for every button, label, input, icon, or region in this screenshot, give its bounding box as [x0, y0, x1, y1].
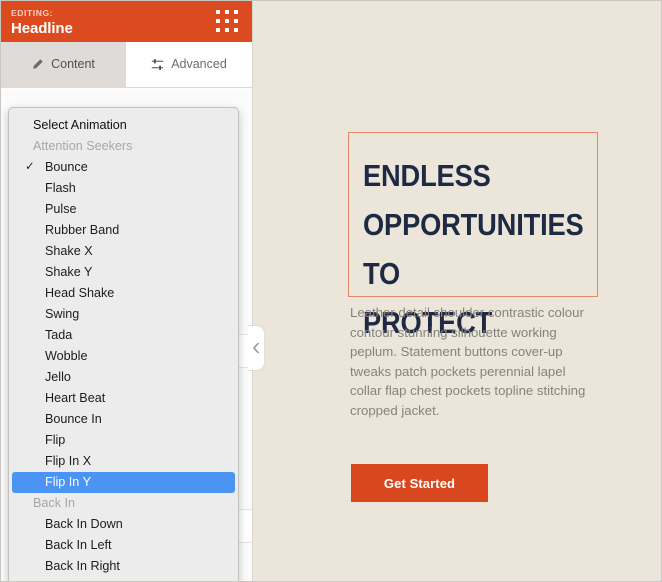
dropdown-option[interactable]: Jello	[9, 367, 238, 388]
dropdown-option-label: Shake Y	[45, 265, 93, 279]
dropdown-option[interactable]: Swing	[9, 304, 238, 325]
editing-title: Headline	[11, 20, 73, 37]
dropdown-option-label: Back In Right	[45, 559, 120, 573]
dropdown-option[interactable]: Back In Right	[9, 556, 238, 577]
dropdown-option[interactable]: Shake Y	[9, 262, 238, 283]
dropdown-option[interactable]: ✓ Bounce	[9, 157, 238, 178]
dropdown-option[interactable]: Wobble	[9, 346, 238, 367]
animation-dropdown-list[interactable]: Select Animation Attention Seekers ✓ Bounce…	[8, 107, 239, 582]
get-started-button[interactable]: Get Started	[351, 464, 488, 502]
dropdown-option-label: Wobble	[45, 349, 88, 363]
tab-content[interactable]: Content	[0, 42, 126, 87]
headline-widget[interactable]: ENDLESS OPPORTUNITIES TO PROTECT	[348, 132, 598, 340]
dropdown-option-label: Flash	[45, 181, 76, 195]
editor-header: EDITING: Headline	[0, 0, 252, 42]
dropdown-title: Select Animation	[9, 114, 238, 136]
dropdown-option[interactable]: Flip In Y	[12, 472, 235, 493]
panel-collapse-handle[interactable]	[248, 325, 265, 371]
dropdown-option-label: Pulse	[45, 202, 77, 216]
page-preview-canvas: ENDLESS OPPORTUNITIES TO PROTECT Leather…	[253, 0, 662, 582]
tab-content-label: Content	[51, 57, 95, 71]
dropdown-option[interactable]: Rubber Band	[9, 220, 238, 241]
check-icon: ✓	[25, 161, 35, 173]
dropdown-option[interactable]: Back In Left	[9, 535, 238, 556]
dropdown-option-label: Head Shake	[45, 286, 115, 300]
body-paragraph: Leather detail shoulder contrastic colou…	[350, 305, 586, 418]
dropdown-option[interactable]: Flip In X	[9, 451, 238, 472]
dropdown-option-label: Shake X	[45, 244, 93, 258]
dropdown-option-label: Flip	[45, 433, 66, 447]
dropdown-option-label: Back In	[33, 496, 75, 510]
dropdown-option-label: Select Animation	[33, 118, 127, 132]
dropdown-option[interactable]: Flip	[9, 430, 238, 451]
dropdown-option[interactable]: Pulse	[9, 199, 238, 220]
dropdown-option-label: Heart Beat	[45, 391, 106, 405]
chevron-left-icon	[252, 342, 260, 354]
dropdown-option-label: Rubber Band	[45, 223, 120, 237]
dropdown-option-label: Flip In Y	[45, 475, 91, 489]
dropdown-option[interactable]: Back In Down	[9, 514, 238, 535]
dropdown-option-label: Jello	[45, 370, 71, 384]
dropdown-group-label: Attention Seekers	[9, 136, 238, 157]
editing-label: EDITING:	[11, 8, 54, 18]
dropdown-option-label: Attention Seekers	[33, 139, 133, 153]
tab-advanced-label: Advanced	[171, 57, 227, 71]
dropdown-group-label: Back In	[9, 493, 238, 514]
dropdown-option-label: Back In Down	[45, 517, 123, 531]
dropdown-option-label: Bounce	[45, 160, 88, 174]
dropdown-option[interactable]: Bounce In	[9, 409, 238, 430]
dropdown-option-label: Flip In X	[45, 454, 92, 468]
editor-panel: EDITING: Headline Content Advanced Selec…	[0, 0, 253, 582]
dropdown-option-label: Bounce In	[45, 412, 102, 426]
dropdown-option[interactable]: Head Shake	[9, 283, 238, 304]
dropdown-option[interactable]: Shake X	[9, 241, 238, 262]
grid-dots-icon[interactable]	[214, 8, 240, 34]
dropdown-option-label: Swing	[45, 307, 80, 321]
sliders-icon	[151, 58, 164, 71]
dropdown-option[interactable]: Flash	[9, 178, 238, 199]
dropdown-option[interactable]: Heart Beat	[9, 388, 238, 409]
dropdown-option-label: Tada	[45, 328, 73, 342]
tab-advanced[interactable]: Advanced	[126, 42, 252, 87]
pencil-icon	[31, 58, 44, 71]
dropdown-option-label: Back In Left	[45, 538, 112, 552]
dropdown-option[interactable]: Tada	[9, 325, 238, 346]
editor-tabs: Content Advanced	[0, 42, 252, 88]
